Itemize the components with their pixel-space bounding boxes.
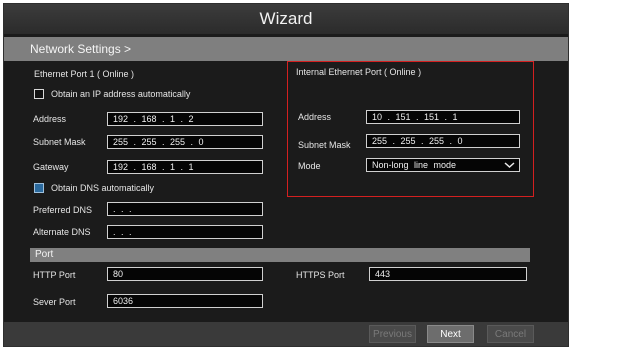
server-port-label: Sever Port xyxy=(33,297,76,307)
internal-port-highlight xyxy=(287,61,534,197)
breadcrumb: Network Settings > xyxy=(4,37,568,61)
gateway-label: Gateway xyxy=(33,162,69,172)
subnet-mask-field[interactable]: 255 . 255 . 255 . 0 xyxy=(107,135,263,149)
wizard-footer: Previous Next Cancel xyxy=(4,322,568,346)
chevron-down-icon xyxy=(504,162,515,169)
preferred-dns-field[interactable]: . . . xyxy=(107,202,263,216)
server-port-field[interactable]: 6036 xyxy=(107,294,263,308)
obtain-dns-checkbox[interactable] xyxy=(34,183,44,193)
internal-port-heading: Internal Ethernet Port ( Online ) xyxy=(296,67,422,77)
cancel-button[interactable]: Cancel xyxy=(487,325,534,343)
https-port-field[interactable]: 443 xyxy=(369,267,527,281)
window-title: Wizard xyxy=(4,4,568,34)
internal-subnet-field[interactable]: 255 . 255 . 255 . 0 xyxy=(366,134,520,148)
address-field[interactable]: 192 . 168 . 1 . 2 xyxy=(107,112,263,126)
obtain-dns-label: Obtain DNS automatically xyxy=(51,183,155,193)
internal-subnet-label: Subnet Mask xyxy=(298,140,351,150)
alternate-dns-field[interactable]: . . . xyxy=(107,225,263,239)
http-port-label: HTTP Port xyxy=(33,270,76,280)
subnet-mask-label: Subnet Mask xyxy=(33,137,86,147)
address-label: Address xyxy=(33,114,67,124)
obtain-ip-label: Obtain an IP address automatically xyxy=(51,89,191,99)
mode-select-value: Non-long line mode xyxy=(372,160,457,170)
internal-address-label: Address xyxy=(298,112,332,122)
preferred-dns-label: Preferred DNS xyxy=(33,205,93,215)
alternate-dns-label: Alternate DNS xyxy=(33,227,91,237)
next-button[interactable]: Next xyxy=(427,325,474,343)
http-port-field[interactable]: 80 xyxy=(107,267,263,281)
obtain-ip-checkbox[interactable] xyxy=(34,89,44,99)
gateway-field[interactable]: 192 . 168 . 1 . 1 xyxy=(107,160,263,174)
wizard-window: Wizard Network Settings > Ethernet Port … xyxy=(3,3,569,347)
https-port-label: HTTPS Port xyxy=(296,270,345,280)
port-section-header: Port xyxy=(30,248,530,262)
previous-button[interactable]: Previous xyxy=(369,325,416,343)
internal-address-field[interactable]: 10 . 151 . 151 . 1 xyxy=(366,110,520,124)
port1-heading: Ethernet Port 1 ( Online ) xyxy=(34,69,135,79)
mode-select[interactable]: Non-long line mode xyxy=(366,158,520,172)
mode-label: Mode xyxy=(298,161,321,171)
